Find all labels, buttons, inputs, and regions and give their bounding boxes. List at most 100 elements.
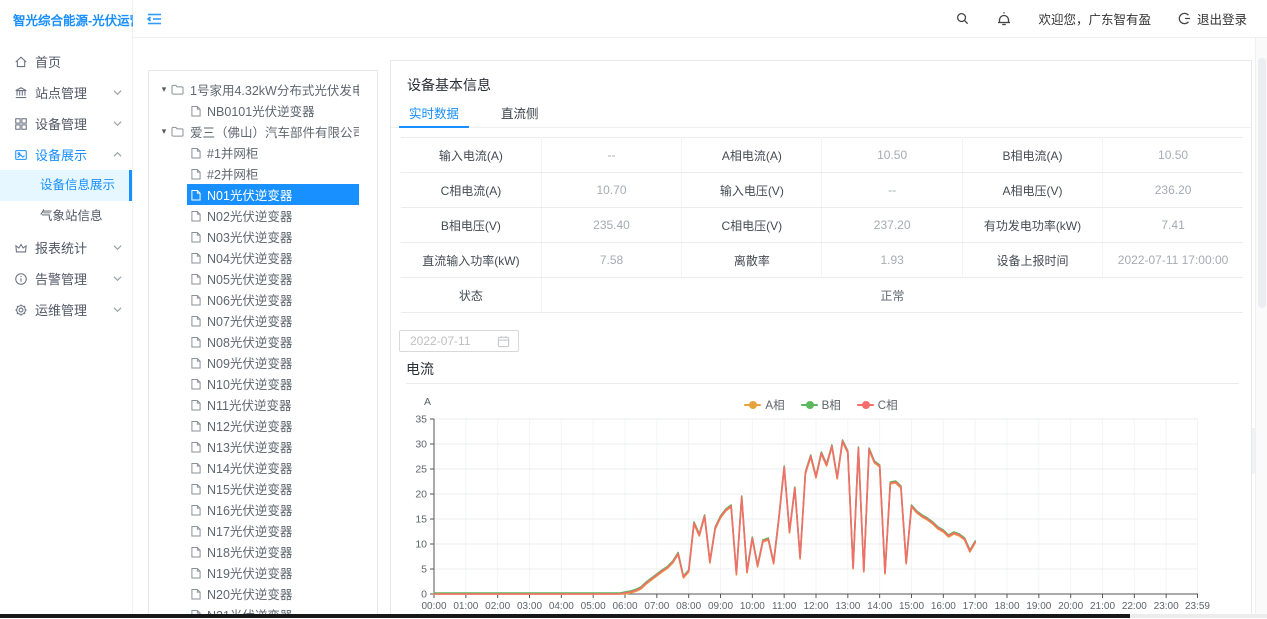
info-label: C相电压(V) xyxy=(682,208,822,243)
chevron-down-icon xyxy=(113,244,122,251)
tree-node[interactable]: N19光伏逆变器 xyxy=(187,562,359,583)
info-label: B相电流(A) xyxy=(962,138,1102,173)
x-tick-label: 17:00 xyxy=(963,601,988,612)
file-icon xyxy=(191,420,201,432)
logout-button[interactable]: 退出登录 xyxy=(1177,9,1247,28)
x-tick-label: 23:59 xyxy=(1185,601,1210,612)
file-icon xyxy=(191,168,201,180)
tree-node-label: N05光伏逆变器 xyxy=(207,269,292,288)
tree-node[interactable]: ▾ 1号家用4.32kW分布式光伏发电站 xyxy=(157,79,359,100)
tab-realtime-data[interactable]: 实时数据 xyxy=(399,101,469,128)
info-value: 10.50 xyxy=(1103,138,1243,173)
sidebar-item-device-mgmt[interactable]: 设备管理 xyxy=(0,108,132,139)
horizontal-scrollbar-thumb[interactable] xyxy=(0,614,1130,618)
x-tick-label: 09:00 xyxy=(708,601,733,612)
sidebar-item-label: 告警管理 xyxy=(35,269,113,288)
sidebar-item-device-info-display[interactable]: 设备信息展示 xyxy=(0,170,132,201)
tree-node[interactable]: N01光伏逆变器 xyxy=(187,184,359,205)
tree-node[interactable]: N13光伏逆变器 xyxy=(187,436,359,457)
tree-node[interactable]: N12光伏逆变器 xyxy=(187,415,359,436)
file-icon xyxy=(191,294,201,306)
tree-node[interactable]: #2并网柜 xyxy=(187,163,359,184)
tree-node[interactable]: N08光伏逆变器 xyxy=(187,331,359,352)
sidebar-item-device-display[interactable]: 设备展示 xyxy=(0,139,132,170)
y-tick-label: 25 xyxy=(415,464,427,476)
sidebar-item-home[interactable]: 首页 xyxy=(0,46,132,77)
tree-node-label: #2并网柜 xyxy=(207,164,258,183)
date-picker[interactable]: 2022-07-11 xyxy=(399,330,519,352)
tree-node[interactable]: N11光伏逆变器 xyxy=(187,394,359,415)
tree-node-label: N02光伏逆变器 xyxy=(207,206,292,225)
tree-node[interactable]: #1并网柜 xyxy=(187,142,359,163)
file-icon xyxy=(191,105,201,117)
search-icon[interactable] xyxy=(955,11,970,26)
tree-node[interactable]: N16光伏逆变器 xyxy=(187,499,359,520)
tree-node[interactable]: N05光伏逆变器 xyxy=(187,268,359,289)
divider xyxy=(406,383,1239,384)
tab-dc-side[interactable]: 直流侧 xyxy=(491,101,549,128)
sidebar-item-ops-mgmt[interactable]: 运维管理 xyxy=(0,294,132,325)
tree-node[interactable]: N09光伏逆变器 xyxy=(187,352,359,373)
date-picker-value: 2022-07-11 xyxy=(410,334,497,348)
vertical-scrollbar-thumb[interactable] xyxy=(1258,58,1266,308)
x-tick-label: 10:00 xyxy=(740,601,765,612)
x-tick-label: 22:00 xyxy=(1122,601,1147,612)
tree-node[interactable]: N02光伏逆变器 xyxy=(187,205,359,226)
series-line-C相 xyxy=(434,441,975,594)
status-label: 状态 xyxy=(401,278,541,313)
sidebar-item-weather-station-info[interactable]: 气象站信息 xyxy=(0,201,132,232)
tree-node[interactable]: N10光伏逆变器 xyxy=(187,373,359,394)
sidebar-item-site-mgmt[interactable]: 站点管理 xyxy=(0,77,132,108)
x-tick-label: 11:00 xyxy=(772,601,797,612)
current-line-chart: 05101520253035A00:0001:0002:0003:0004:00… xyxy=(391,391,1253,619)
y-axis-unit: A xyxy=(424,396,431,408)
tree-node[interactable]: NB0101光伏逆变器 xyxy=(187,100,359,121)
tree-node[interactable]: N07光伏逆变器 xyxy=(187,310,359,331)
tree-node[interactable]: N04光伏逆变器 xyxy=(187,247,359,268)
tree-node-label: N14光伏逆变器 xyxy=(207,458,292,477)
device-tree: ▾ 1号家用4.32kW分布式光伏发电站 NB0101光伏逆变器▾爱三（佛山）汽车部… xyxy=(157,79,377,618)
tree-node[interactable]: N20光伏逆变器 xyxy=(187,583,359,604)
alarm-icon[interactable] xyxy=(996,11,1012,27)
x-tick-label: 06:00 xyxy=(612,601,637,612)
info-value: -- xyxy=(541,138,681,173)
tree-node-label: NB0101光伏逆变器 xyxy=(207,101,315,120)
tree-node[interactable]: N17光伏逆变器 xyxy=(187,520,359,541)
file-icon xyxy=(191,567,201,579)
file-icon xyxy=(191,147,201,159)
horizontal-scrollbar[interactable] xyxy=(0,614,1267,618)
calendar-icon xyxy=(497,335,510,348)
info-value: 10.70 xyxy=(541,173,681,208)
sidebar-item-report-stats[interactable]: 报表统计 xyxy=(0,232,132,263)
vertical-scrollbar[interactable] xyxy=(1255,38,1267,614)
device-info-table: 输入电流(A)--A相电流(A)10.50B相电流(A)10.50C相电流(A)… xyxy=(401,137,1243,313)
tree-node-label: N11光伏逆变器 xyxy=(207,395,292,414)
tree-node[interactable]: N15光伏逆变器 xyxy=(187,478,359,499)
file-icon xyxy=(191,231,201,243)
sidebar-item-label: 运维管理 xyxy=(35,300,113,319)
caret-down-icon[interactable]: ▾ xyxy=(157,126,171,137)
logout-label: 退出登录 xyxy=(1197,9,1247,28)
menu-fold-icon[interactable] xyxy=(145,10,163,28)
tree-node[interactable]: N18光伏逆变器 xyxy=(187,541,359,562)
info-label: 输入电压(V) xyxy=(682,173,822,208)
sidebar-item-alarm-mgmt[interactable]: 告警管理 xyxy=(0,263,132,294)
file-icon xyxy=(191,399,201,411)
sidebar-menu: 首页 站点管理 设备管理 设备展示 xyxy=(0,38,132,325)
y-tick-label: 5 xyxy=(421,564,427,576)
x-tick-label: 13:00 xyxy=(835,601,860,612)
info-value: 7.58 xyxy=(541,243,681,278)
x-tick-label: 03:00 xyxy=(517,601,542,612)
topbar-right: 欢迎您，广东智有盈 退出登录 xyxy=(955,9,1267,28)
file-icon xyxy=(191,525,201,537)
tree-node-label: 1号家用4.32kW分布式光伏发电站 xyxy=(190,80,359,99)
tree-node[interactable]: N06光伏逆变器 xyxy=(187,289,359,310)
tree-node[interactable]: N14光伏逆变器 xyxy=(187,457,359,478)
tree-node-label: N19光伏逆变器 xyxy=(207,563,292,582)
sidebar-item-label: 报表统计 xyxy=(35,238,113,257)
tree-node[interactable]: N03光伏逆变器 xyxy=(187,226,359,247)
tree-node[interactable]: ▾爱三（佛山）汽车部件有限公司光伏发 xyxy=(157,121,359,142)
caret-down-icon[interactable]: ▾ xyxy=(157,84,171,95)
topbar: 欢迎您，广东智有盈 退出登录 xyxy=(133,0,1267,38)
picture-icon xyxy=(14,148,28,162)
